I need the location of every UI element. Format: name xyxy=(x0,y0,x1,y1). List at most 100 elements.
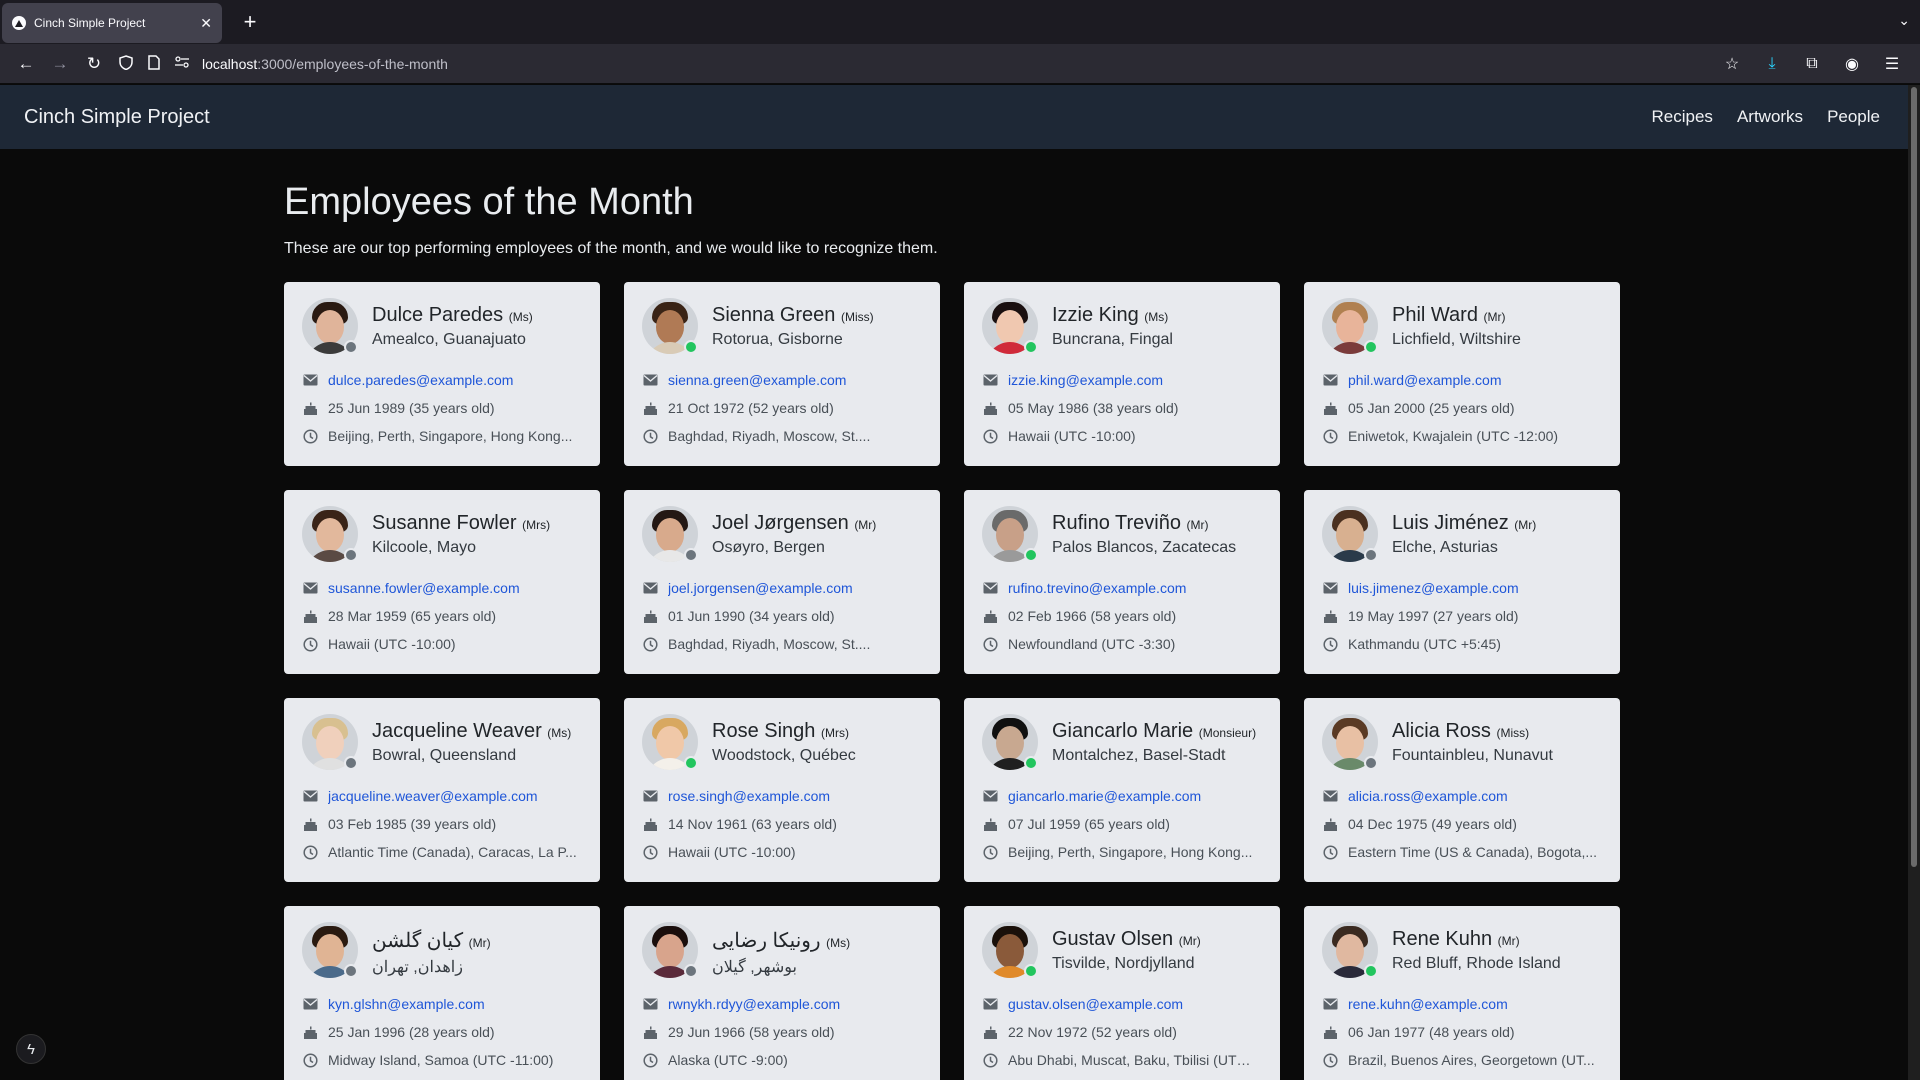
account-icon[interactable]: ◉ xyxy=(1836,48,1868,80)
employee-name: Dulce Paredes xyxy=(372,304,504,326)
timezone-text: Beijing, Perth, Singapore, Hong Kong... xyxy=(1008,844,1253,860)
employee-title: (Mr) xyxy=(854,518,877,532)
nav-link-artworks[interactable]: Artworks xyxy=(1737,107,1803,127)
status-dot xyxy=(344,340,358,354)
employee-name: Izzie King xyxy=(1052,304,1139,326)
email-link[interactable]: rufino.trevino@example.com xyxy=(1008,580,1186,596)
birthday-text: 03 Feb 1985 (39 years old) xyxy=(328,816,497,832)
brand-link[interactable]: Cinch Simple Project xyxy=(24,106,1652,129)
email-link[interactable]: phil.ward@example.com xyxy=(1348,372,1502,388)
avatar xyxy=(1322,506,1378,562)
employee-name-line: Sienna Green (Miss) xyxy=(712,304,874,327)
employee-card: Giancarlo Marie (Monsieur) Montalchez, B… xyxy=(964,698,1280,882)
mail-icon xyxy=(982,788,998,804)
email-link[interactable]: jacqueline.weaver@example.com xyxy=(328,788,538,804)
employee-title: (Monsieur) xyxy=(1198,726,1257,740)
forward-icon[interactable]: → xyxy=(44,48,76,80)
downloads-icon[interactable]: ⤓ xyxy=(1756,48,1788,80)
employee-title: (Mr) xyxy=(1483,310,1506,324)
email-link[interactable]: dulce.paredes@example.com xyxy=(328,372,513,388)
browser-tab[interactable]: Cinch Simple Project ✕ xyxy=(2,3,222,43)
timezone-text: Midway Island, Samoa (UTC -11:00) xyxy=(328,1052,554,1068)
nav-link-recipes[interactable]: Recipes xyxy=(1652,107,1713,127)
birthday-cake-icon xyxy=(302,1024,318,1040)
avatar xyxy=(1322,714,1378,770)
employee-location: Lichfield, Wiltshire xyxy=(1392,331,1521,348)
page-viewport: Cinch Simple Project Recipes Artworks Pe… xyxy=(0,85,1920,1080)
timezone-text: Beijing, Perth, Singapore, Hong Kong... xyxy=(328,428,573,444)
mail-icon xyxy=(642,580,658,596)
list-all-tabs-icon[interactable]: ⌄ xyxy=(1898,12,1910,29)
employee-name-line: کیان گلشن (Mr) xyxy=(372,928,491,953)
avatar xyxy=(642,298,698,354)
avatar xyxy=(302,714,358,770)
employee-grid: Dulce Paredes (Ms) Amealco, Guanajuato d… xyxy=(284,282,1644,1080)
birthday-text: 14 Nov 1961 (63 years old) xyxy=(668,816,837,832)
scrollbar-thumb[interactable] xyxy=(1911,87,1917,867)
main-content: Employees of the Month These are our top… xyxy=(284,149,1644,1080)
mail-icon xyxy=(982,996,998,1012)
birthday-cake-icon xyxy=(1322,608,1338,624)
page-icon[interactable] xyxy=(146,54,162,73)
employee-name: Giancarlo Marie xyxy=(1052,720,1194,742)
employee-title: (Mr) xyxy=(1186,518,1209,532)
employee-name-line: Joel Jørgensen (Mr) xyxy=(712,512,876,535)
close-tab-icon[interactable]: ✕ xyxy=(200,15,212,32)
email-link[interactable]: alicia.ross@example.com xyxy=(1348,788,1508,804)
employee-name-line: Rufino Treviño (Mr) xyxy=(1052,512,1236,535)
permissions-icon[interactable] xyxy=(174,56,190,71)
menu-icon[interactable]: ☰ xyxy=(1876,48,1908,80)
employee-location: Woodstock, Québec xyxy=(712,747,856,764)
email-link[interactable]: joel.jorgensen@example.com xyxy=(668,580,853,596)
email-link[interactable]: rene.kuhn@example.com xyxy=(1348,996,1508,1012)
shield-icon[interactable] xyxy=(118,54,134,73)
mail-icon xyxy=(1322,788,1338,804)
employee-name-line: Rose Singh (Mrs) xyxy=(712,720,856,743)
clock-icon xyxy=(302,844,318,860)
employee-name: Susanne Fowler xyxy=(372,512,517,534)
email-link[interactable]: rwnykh.rdyy@example.com xyxy=(668,996,840,1012)
bookmark-star-icon[interactable]: ☆ xyxy=(1716,48,1748,80)
employee-name-line: رونیکا رضایی (Ms) xyxy=(712,928,850,953)
timezone-text: Hawaii (UTC -10:00) xyxy=(668,844,796,860)
email-link[interactable]: luis.jimenez@example.com xyxy=(1348,580,1519,596)
url-text[interactable]: localhost:3000/employees-of-the-month xyxy=(202,56,448,72)
email-link[interactable]: susanne.fowler@example.com xyxy=(328,580,520,596)
employee-title: (Ms) xyxy=(508,310,533,324)
birthday-cake-icon xyxy=(982,400,998,416)
employee-card: Phil Ward (Mr) Lichfield, Wiltshire phil… xyxy=(1304,282,1620,466)
email-link[interactable]: gustav.olsen@example.com xyxy=(1008,996,1183,1012)
employee-card: Alicia Ross (Miss) Fountainbleu, Nunavut… xyxy=(1304,698,1620,882)
address-bar[interactable]: localhost:3000/employees-of-the-month xyxy=(112,48,1716,80)
status-dot xyxy=(344,964,358,978)
email-link[interactable]: sienna.green@example.com xyxy=(668,372,846,388)
employee-location: Fountainbleu, Nunavut xyxy=(1392,747,1553,764)
reload-icon[interactable]: ↻ xyxy=(78,48,110,80)
back-icon[interactable]: ← xyxy=(10,48,42,80)
extensions-icon[interactable]: ⧉ xyxy=(1796,48,1828,80)
employee-name: رونیکا رضایی xyxy=(712,930,821,952)
nav-link-people[interactable]: People xyxy=(1827,107,1880,127)
employee-card: Jacqueline Weaver (Ms) Bowral, Queenslan… xyxy=(284,698,600,882)
dev-tools-bolt-icon[interactable]: ϟ xyxy=(16,1034,46,1064)
employee-name: Gustav Olsen xyxy=(1052,928,1174,950)
email-link[interactable]: rose.singh@example.com xyxy=(668,788,830,804)
new-tab-icon[interactable]: + xyxy=(238,9,262,35)
employee-location: Bowral, Queensland xyxy=(372,747,517,764)
mail-icon xyxy=(302,788,318,804)
employee-name-line: Gustav Olsen (Mr) xyxy=(1052,928,1201,951)
status-dot xyxy=(1364,548,1378,562)
birthday-cake-icon xyxy=(1322,1024,1338,1040)
email-link[interactable]: giancarlo.marie@example.com xyxy=(1008,788,1201,804)
employee-card: Izzie King (Ms) Buncrana, Fingal izzie.k… xyxy=(964,282,1280,466)
email-link[interactable]: kyn.glshn@example.com xyxy=(328,996,485,1012)
mail-icon xyxy=(1322,372,1338,388)
birthday-cake-icon xyxy=(982,608,998,624)
email-link[interactable]: izzie.king@example.com xyxy=(1008,372,1163,388)
timezone-text: Eniwetok, Kwajalein (UTC -12:00) xyxy=(1348,428,1559,444)
scrollbar[interactable] xyxy=(1908,85,1920,1080)
employee-card: Rene Kuhn (Mr) Red Bluff, Rhode Island r… xyxy=(1304,906,1620,1080)
clock-icon xyxy=(642,428,658,444)
employee-title: (Mrs) xyxy=(522,518,551,532)
status-dot xyxy=(344,548,358,562)
